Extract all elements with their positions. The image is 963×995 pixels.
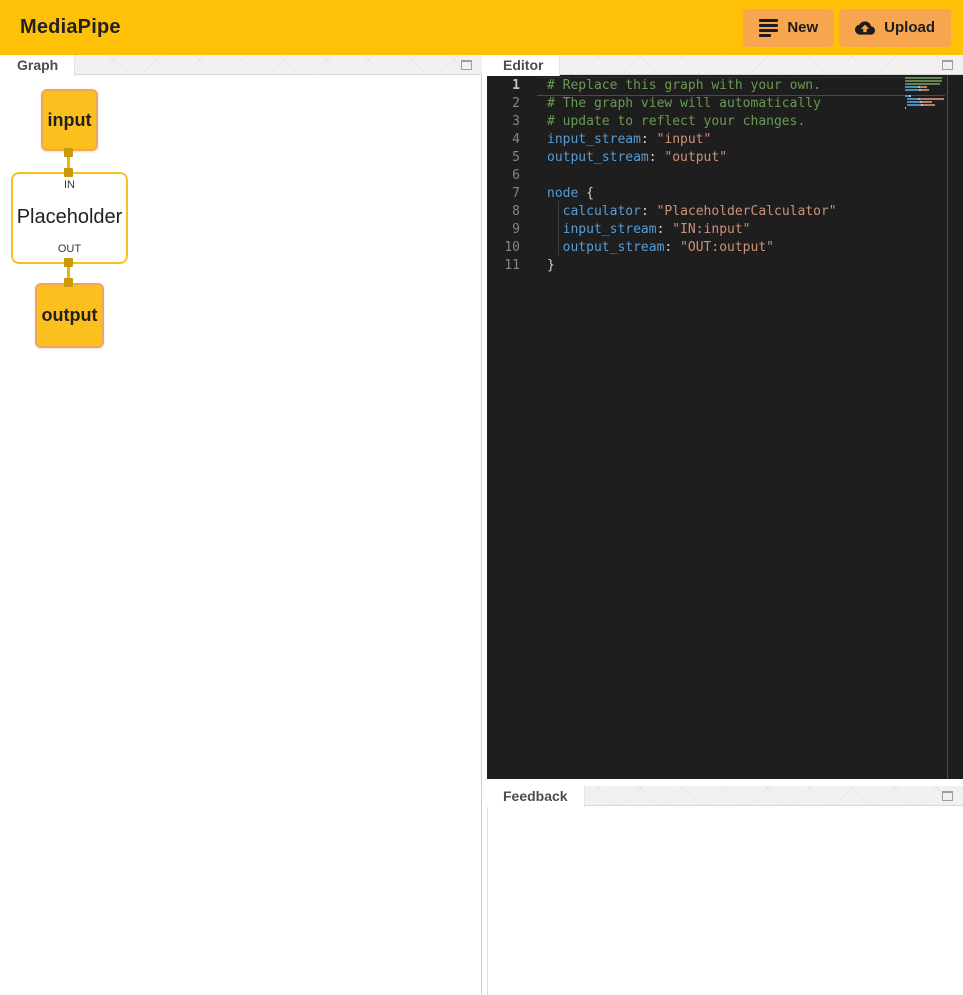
port-placeholder-in[interactable] — [64, 168, 73, 177]
maximize-icon — [461, 60, 472, 70]
tab-feedback-label: Feedback — [503, 788, 568, 804]
port-input-out[interactable] — [64, 148, 73, 157]
code-line: 11} — [487, 257, 963, 275]
node-input-label: input — [48, 110, 92, 131]
graph-node-placeholder[interactable]: IN Placeholder OUT — [11, 172, 128, 264]
code-line: 5output_stream: "output" — [487, 149, 963, 167]
code-line: 4input_stream: "input" — [487, 131, 963, 149]
subject-icon — [759, 19, 778, 37]
indent-guide — [558, 201, 559, 255]
new-button-label: New — [787, 19, 818, 36]
line-number: 8 — [487, 203, 520, 221]
line-number: 2 — [487, 95, 520, 113]
code-line: 6 — [487, 167, 963, 185]
editor-maximize-button[interactable] — [942, 59, 954, 70]
code-line: 2# The graph view will automatically — [487, 95, 963, 113]
graph-tabstrip: Graph — [1, 55, 482, 75]
code-line: 1# Replace this graph with your own. — [487, 77, 963, 95]
port-placeholder-out[interactable] — [64, 258, 73, 267]
graph-node-input[interactable]: input — [41, 89, 98, 151]
overview-ruler — [947, 75, 948, 779]
tab-feedback[interactable]: Feedback — [487, 786, 585, 807]
minimap[interactable] — [905, 77, 947, 110]
code-line: 3# update to reflect your changes. — [487, 113, 963, 131]
graph-node-output[interactable]: output — [35, 283, 104, 348]
line-number: 1 — [487, 77, 520, 95]
tab-graph[interactable]: Graph — [1, 55, 75, 76]
app-header: MediaPipe New Upload — [0, 0, 963, 55]
line-number: 5 — [487, 149, 520, 167]
graph-maximize-button[interactable] — [461, 59, 473, 70]
cloud-upload-icon — [855, 18, 875, 38]
upload-button[interactable]: Upload — [839, 9, 951, 47]
editor-tabstrip: Editor — [487, 55, 963, 75]
code-area[interactable]: 1# Replace this graph with your own.2# T… — [487, 75, 963, 779]
app: { "header": { "title": "MediaPipe", "new… — [0, 0, 963, 995]
maximize-icon — [942, 60, 953, 70]
port-output-in[interactable] — [64, 278, 73, 287]
header-actions: New Upload — [743, 9, 951, 47]
new-button[interactable]: New — [743, 9, 834, 47]
line-number: 6 — [487, 167, 520, 185]
placeholder-node-label: Placeholder — [17, 206, 123, 229]
line-number: 11 — [487, 257, 520, 275]
feedback-content — [487, 806, 963, 995]
line-number: 4 — [487, 131, 520, 149]
feedback-panel: Feedback — [487, 786, 963, 995]
tab-graph-label: Graph — [17, 57, 58, 73]
feedback-maximize-button[interactable] — [942, 790, 954, 801]
placeholder-in-port-label: IN — [64, 179, 75, 191]
node-output-label: output — [42, 305, 98, 326]
graph-panel: Graph input IN Placeholder OUT output — [1, 55, 482, 995]
maximize-icon — [942, 791, 953, 801]
tab-editor[interactable]: Editor — [487, 55, 560, 76]
line-number: 9 — [487, 221, 520, 239]
tab-editor-label: Editor — [503, 57, 543, 73]
upload-button-label: Upload — [884, 19, 935, 36]
editor-panel: Editor 1# Replace this graph with your o… — [487, 55, 963, 779]
line-number: 7 — [487, 185, 520, 203]
app-title: MediaPipe — [20, 16, 121, 39]
line-number: 10 — [487, 239, 520, 257]
feedback-tabstrip: Feedback — [487, 786, 963, 806]
line-number: 3 — [487, 113, 520, 131]
graph-canvas[interactable]: input IN Placeholder OUT output — [1, 75, 482, 995]
placeholder-out-port-label: OUT — [58, 243, 81, 255]
code-editor[interactable]: 1# Replace this graph with your own.2# T… — [487, 75, 963, 779]
